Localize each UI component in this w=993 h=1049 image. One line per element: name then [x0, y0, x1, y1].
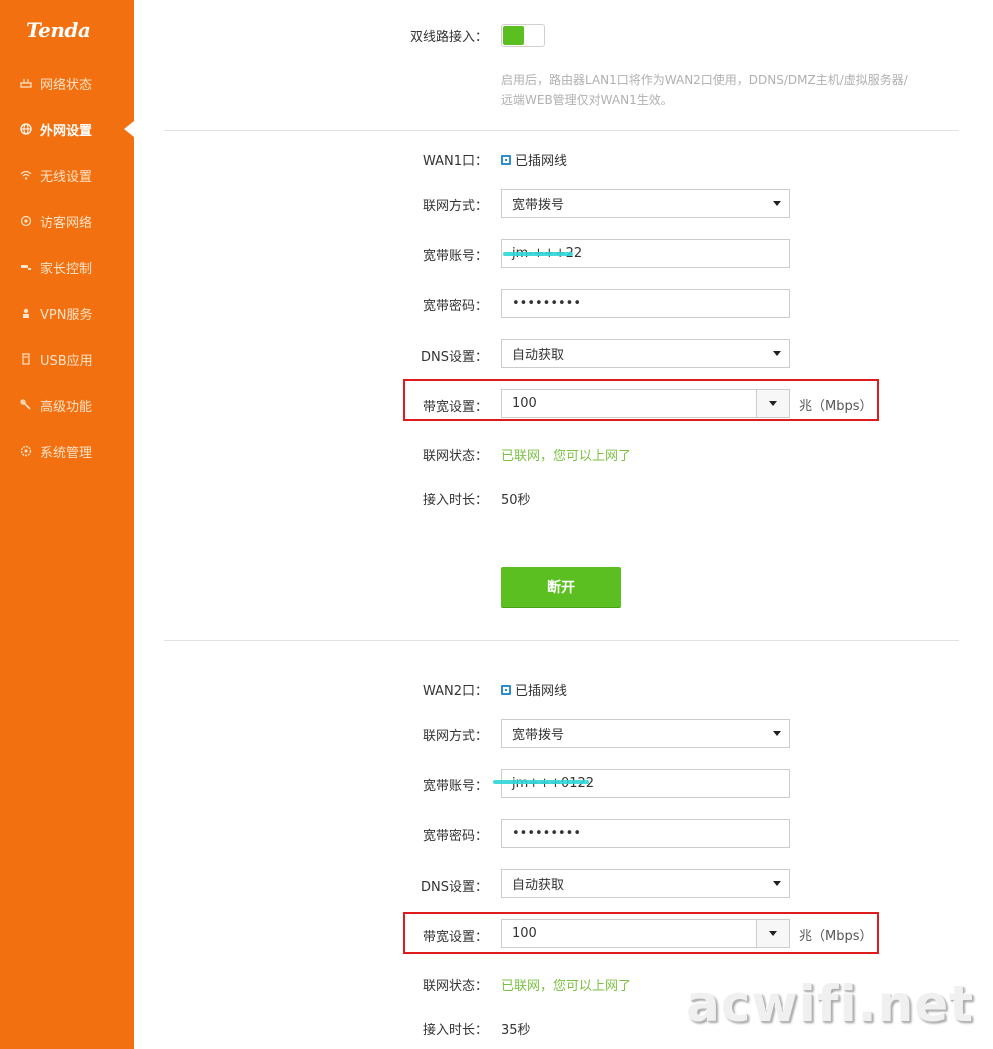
sidebar-item-vpn[interactable]: VPN服务 [0, 298, 134, 328]
redaction-scribble [503, 252, 573, 256]
section-divider [164, 640, 959, 641]
parental-icon [16, 261, 36, 273]
sidebar: Tenda 网络状态 外网设置 无线设置 访客网络 家长控制 VPN服务 USB… [0, 0, 134, 1049]
dual-wan-hint-line2: 远端WEB管理仅对WAN1生效。 [501, 93, 673, 107]
chevron-down-icon [773, 731, 781, 736]
sidebar-item-label: USB应用 [40, 353, 93, 369]
wan2-password-value: ••••••••• [512, 826, 582, 841]
wan1-status-label: 联网状态： [422, 449, 488, 464]
chevron-down-icon [773, 881, 781, 886]
guest-icon [16, 215, 36, 227]
wan2-dns-value: 自动获取 [512, 878, 565, 893]
sidebar-item-parental[interactable]: 家长控制 [0, 252, 134, 282]
sidebar-item-wireless[interactable]: 无线设置 [0, 160, 134, 190]
gear-icon [16, 445, 36, 457]
wan2-bandwidth-unit: 兆（Mbps） [799, 929, 873, 944]
wrench-icon [16, 399, 36, 411]
vpn-icon [16, 307, 36, 319]
wan1-dns-value: 自动获取 [512, 348, 565, 363]
wan2-dns-select[interactable]: 自动获取 [501, 869, 790, 898]
wan2-port-label: WAN2口： [422, 684, 488, 699]
dual-wan-label: 双线路接入： [409, 30, 488, 45]
wan2-status-label: 联网状态： [422, 979, 488, 994]
sidebar-item-label: 访客网络 [40, 215, 93, 231]
wan1-cable-status: 已插网线 [501, 150, 567, 169]
usb-icon [16, 353, 36, 365]
wan2-status-value: 已联网，您可以上网了 [501, 979, 632, 994]
sidebar-item-wan-settings[interactable]: 外网设置 [0, 114, 134, 144]
wan2-bandwidth-combo[interactable]: 100 [501, 919, 790, 948]
cable-plugged-icon [501, 684, 511, 695]
watermark: acwifi.net [686, 975, 975, 1033]
toggle-knob [503, 26, 524, 45]
wan1-bandwidth-value: 100 [512, 396, 537, 411]
wan1-cable-status-text: 已插网线 [515, 154, 568, 169]
sidebar-item-network-status[interactable]: 网络状态 [0, 68, 134, 98]
cable-plugged-icon [501, 154, 511, 165]
wan1-bandwidth-label: 带宽设置： [422, 400, 488, 415]
wan1-password-label: 宽带密码： [422, 299, 488, 314]
wan2-password-input[interactable]: ••••••••• [501, 819, 790, 848]
wan2-uptime-value: 35秒 [501, 1023, 531, 1038]
sidebar-item-label: 网络状态 [40, 77, 93, 93]
wan1-bandwidth-combo[interactable]: 100 [501, 389, 790, 418]
wan2-cable-status-text: 已插网线 [515, 684, 568, 699]
wan2-dns-label: DNS设置： [421, 880, 488, 895]
sidebar-item-label: 家长控制 [40, 261, 93, 277]
wan1-mode-label: 联网方式： [422, 199, 488, 214]
wan1-account-label: 宽带账号： [422, 249, 488, 264]
dual-wan-toggle[interactable] [501, 24, 545, 47]
bandwidth-dropdown-button[interactable] [756, 390, 789, 417]
sidebar-item-label: 无线设置 [40, 169, 93, 185]
wan2-bandwidth-label: 带宽设置： [422, 930, 488, 945]
sidebar-item-label: 高级功能 [40, 399, 93, 415]
sidebar-item-advanced[interactable]: 高级功能 [0, 390, 134, 420]
wan1-mode-value: 宽带拨号 [512, 198, 565, 213]
sidebar-item-label: 系统管理 [40, 445, 93, 461]
wan1-port-label: WAN1口： [422, 154, 488, 169]
wan2-password-label: 宽带密码： [422, 829, 488, 844]
wan1-password-value: ••••••••• [512, 296, 582, 311]
chevron-down-icon [769, 401, 777, 406]
section-divider [164, 130, 959, 131]
wan1-bandwidth-unit: 兆（Mbps） [799, 399, 873, 414]
wifi-icon [16, 169, 36, 181]
wan1-mode-select[interactable]: 宽带拨号 [501, 189, 790, 218]
active-indicator [124, 121, 134, 137]
wan2-mode-label: 联网方式： [422, 729, 488, 744]
bandwidth-dropdown-button[interactable] [756, 920, 789, 947]
sidebar-item-label: VPN服务 [40, 307, 93, 323]
sidebar-item-label: 外网设置 [40, 123, 93, 139]
tenda-logo: Tenda [26, 18, 91, 42]
wan2-uptime-label: 接入时长： [422, 1023, 488, 1038]
sidebar-item-guest[interactable]: 访客网络 [0, 206, 134, 236]
wan2-mode-value: 宽带拨号 [512, 728, 565, 743]
sidebar-item-system[interactable]: 系统管理 [0, 436, 134, 466]
wan2-cable-status: 已插网线 [501, 680, 567, 699]
wan2-bandwidth-value: 100 [512, 926, 537, 941]
wan2-mode-select[interactable]: 宽带拨号 [501, 719, 790, 748]
sidebar-item-usb[interactable]: USB应用 [0, 344, 134, 374]
dual-wan-hint-line1: 启用后，路由器LAN1口将作为WAN2口使用，DDNS/DMZ主机/虚拟服务器/ [501, 73, 908, 87]
redaction-scribble [493, 780, 589, 784]
wan1-dns-label: DNS设置： [421, 350, 488, 365]
chevron-down-icon [773, 351, 781, 356]
chevron-down-icon [769, 931, 777, 936]
globe-icon [16, 123, 36, 135]
wan1-dns-select[interactable]: 自动获取 [501, 339, 790, 368]
disconnect-button[interactable]: 断开 [501, 567, 621, 607]
wan2-account-label: 宽带账号： [422, 779, 488, 794]
wan1-status-value: 已联网，您可以上网了 [501, 449, 632, 464]
wan1-password-input[interactable]: ••••••••• [501, 289, 790, 318]
wan1-uptime-label: 接入时长： [422, 493, 488, 508]
router-icon [16, 77, 36, 89]
chevron-down-icon [773, 201, 781, 206]
wan1-uptime-value: 50秒 [501, 493, 531, 508]
